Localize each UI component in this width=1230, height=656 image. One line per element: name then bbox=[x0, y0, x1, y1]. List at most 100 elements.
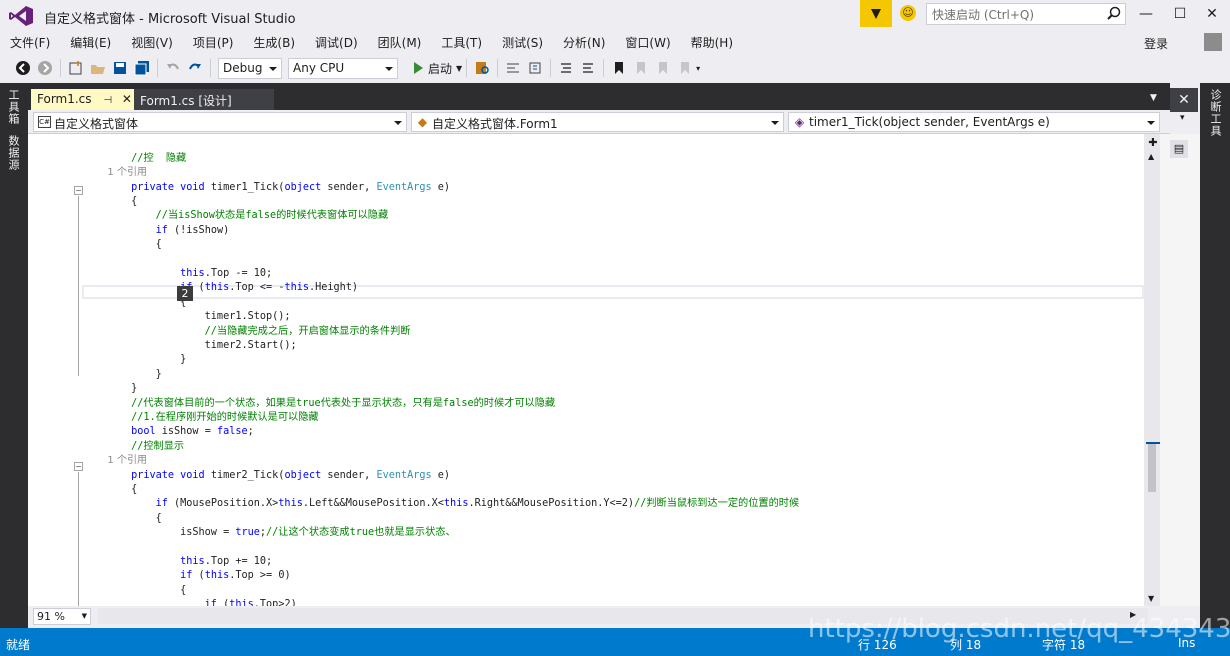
search-icon[interactable] bbox=[1106, 6, 1122, 22]
menu-test[interactable]: 测试(S) bbox=[492, 34, 553, 51]
code-token: this bbox=[204, 282, 230, 294]
quick-launch-input[interactable]: 快速启动 (Ctrl+Q) bbox=[926, 3, 1126, 25]
close-tab-icon[interactable]: ✕ bbox=[122, 92, 132, 106]
menu-debug[interactable]: 调试(D) bbox=[305, 34, 368, 51]
code-token: .Right&&MousePosition.Y<=2) bbox=[468, 498, 635, 510]
code-editor[interactable]: } //控 隐藏 1 个引用 private void timer1_Tick(… bbox=[28, 134, 1144, 606]
clear-bookmarks-icon[interactable] bbox=[677, 60, 693, 76]
tab-form1-cs[interactable]: Form1.cs ⊣ ✕ bbox=[31, 89, 134, 110]
scroll-up-icon[interactable]: ▲ bbox=[1148, 152, 1154, 161]
collapse-region-icon[interactable]: − bbox=[74, 462, 83, 471]
right-pane-dropdown-icon[interactable]: ▾ bbox=[1180, 113, 1185, 123]
menu-help[interactable]: 帮助(H) bbox=[681, 34, 743, 51]
notifications-flag-icon[interactable] bbox=[860, 0, 892, 27]
menu-file[interactable]: 文件(F) bbox=[0, 34, 60, 51]
start-button[interactable]: 启动 bbox=[428, 60, 452, 77]
code-token: { bbox=[82, 584, 187, 596]
close-button[interactable]: ✕ bbox=[1200, 4, 1224, 24]
zoom-select[interactable]: 91 % ▼ bbox=[33, 608, 91, 625]
save-all-icon[interactable] bbox=[134, 60, 150, 76]
close-pane-icon[interactable]: ✕ bbox=[1170, 88, 1198, 112]
zoom-value: 91 % bbox=[37, 610, 65, 623]
bookmark-icon[interactable] bbox=[611, 60, 627, 76]
code-token: //判断当鼠标到达一定的位置的时候 bbox=[634, 498, 800, 510]
member-name: timer1_Tick(object sender, EventArgs e) bbox=[809, 115, 1050, 129]
solution-platform-select[interactable]: Any CPU bbox=[288, 57, 398, 79]
scrollbar-thumb[interactable] bbox=[1148, 444, 1156, 492]
start-play-icon[interactable] bbox=[410, 60, 426, 76]
menu-tools[interactable]: 工具(T) bbox=[431, 34, 492, 51]
vertical-scrollbar[interactable] bbox=[1144, 134, 1160, 606]
redo-icon[interactable] bbox=[187, 60, 203, 76]
next-bookmark-icon[interactable] bbox=[655, 60, 671, 76]
code-token: EventArgs bbox=[376, 181, 432, 193]
tab-overflow-dropdown-icon[interactable]: ▼ bbox=[1150, 93, 1157, 103]
menu-project[interactable]: 项目(P) bbox=[183, 34, 244, 51]
code-token: object bbox=[284, 181, 322, 193]
code-line: timer1.Stop(); bbox=[82, 310, 291, 324]
code-token: (MousePosition.X> bbox=[167, 498, 279, 510]
code-token: ( bbox=[192, 282, 205, 294]
tab-label: Form1.cs bbox=[37, 92, 92, 106]
member-dropdown[interactable]: ◈ timer1_Tick(object sender, EventArgs e… bbox=[788, 112, 1160, 132]
code-token: { bbox=[82, 239, 162, 251]
split-window-icon[interactable]: ✚ bbox=[1147, 136, 1159, 149]
code-token: object bbox=[284, 469, 322, 481]
previous-bookmark-icon[interactable] bbox=[633, 60, 649, 76]
code-token: 1 个引用 bbox=[82, 455, 147, 467]
uncomment-lines-icon[interactable] bbox=[580, 60, 596, 76]
open-file-icon[interactable] bbox=[90, 60, 106, 76]
code-line: { bbox=[82, 195, 137, 209]
data-sources-tab[interactable]: 数据源 bbox=[5, 135, 21, 171]
code-line: private void timer1_Tick(object sender, … bbox=[82, 181, 450, 195]
diagnostic-tools-tab[interactable]: 诊断工具 bbox=[1207, 89, 1223, 137]
tab-form1-designer[interactable]: Form1.cs [设计] bbox=[134, 89, 274, 110]
code-token: //控制显示 bbox=[82, 440, 185, 452]
menu-team[interactable]: 团队(M) bbox=[368, 34, 432, 51]
code-token: void bbox=[180, 181, 205, 193]
scroll-down-icon[interactable]: ▼ bbox=[1148, 594, 1154, 603]
comment-lines-icon[interactable] bbox=[558, 60, 574, 76]
pin-icon[interactable]: ⊣ bbox=[103, 95, 112, 106]
code-token: e) bbox=[431, 469, 451, 481]
menu-view[interactable]: 视图(V) bbox=[121, 34, 183, 51]
visual-studio-logo-icon bbox=[9, 6, 33, 26]
menu-build[interactable]: 生成(B) bbox=[243, 34, 305, 51]
save-icon[interactable] bbox=[112, 60, 128, 76]
menu-analyze[interactable]: 分析(N) bbox=[553, 34, 615, 51]
summary-view-icon[interactable]: ▤ bbox=[1170, 140, 1188, 158]
code-token: void bbox=[180, 469, 205, 481]
class-dropdown[interactable]: ◆ 自定义格式窗体.Form1 bbox=[411, 112, 784, 132]
toolbox-tab[interactable]: 工具箱 bbox=[5, 89, 21, 125]
code-line: //控制显示 bbox=[82, 440, 184, 454]
code-token: private bbox=[131, 181, 175, 193]
step-into-icon[interactable] bbox=[505, 60, 521, 76]
find-in-files-icon[interactable] bbox=[474, 60, 490, 76]
code-token: if bbox=[204, 599, 217, 606]
code-token: timer1_Tick( bbox=[204, 181, 285, 193]
project-dropdown[interactable]: C# 自定义格式窗体 bbox=[33, 112, 407, 132]
code-token: { bbox=[82, 484, 138, 495]
sign-in-link[interactable]: 登录 bbox=[1144, 35, 1168, 52]
navigate-forward-icon[interactable] bbox=[37, 60, 53, 76]
code-line: 1 个引用 bbox=[82, 166, 147, 180]
code-line: this.Top -= 10; bbox=[82, 267, 272, 281]
undo-icon[interactable] bbox=[165, 60, 181, 76]
collapse-region-icon[interactable]: − bbox=[74, 186, 83, 195]
window-title: 自定义格式窗体 - Microsoft Visual Studio bbox=[44, 12, 296, 27]
maximize-button[interactable]: ☐ bbox=[1168, 4, 1192, 24]
navigate-back-icon[interactable] bbox=[15, 60, 31, 76]
menu-edit[interactable]: 编辑(E) bbox=[60, 34, 121, 51]
solution-configuration-select[interactable]: Debug bbox=[218, 57, 282, 79]
new-project-icon[interactable] bbox=[68, 60, 84, 76]
minimize-button[interactable]: — bbox=[1134, 4, 1158, 24]
user-avatar-icon[interactable] bbox=[1204, 33, 1222, 51]
menu-window[interactable]: 窗口(W) bbox=[615, 34, 680, 51]
step-over-icon[interactable] bbox=[527, 60, 543, 76]
document-tab-well: Form1.cs ⊣ ✕ Form1.cs [设计] ▼ bbox=[28, 83, 1170, 110]
code-token: //当隐藏完成之后，开启窗体显示的条件判断 bbox=[82, 325, 411, 337]
code-line: //代表窗体目前的一个状态，如果是true代表处于显示状态，只有是false的时… bbox=[82, 397, 555, 411]
feedback-smiley-icon[interactable]: ☺ bbox=[900, 5, 916, 21]
